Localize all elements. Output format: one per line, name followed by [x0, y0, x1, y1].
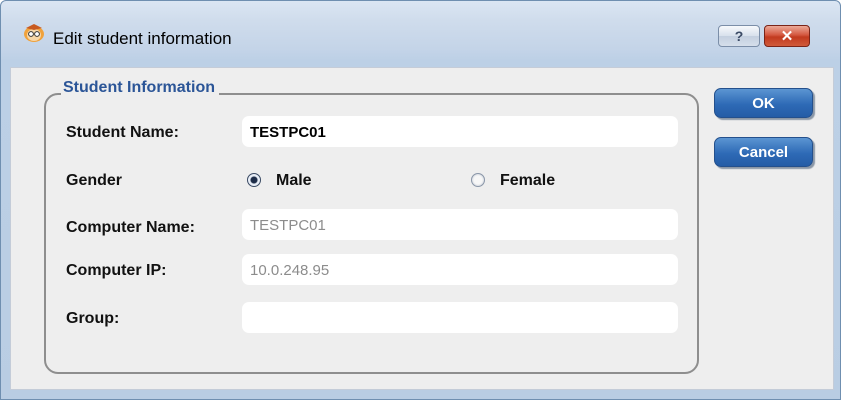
computer-ip-label: Computer IP:: [66, 262, 167, 279]
gender-female-radio[interactable]: [471, 173, 485, 187]
computer-ip-field[interactable]: 10.0.248.95: [242, 254, 678, 285]
computer-name-field[interactable]: TESTPC01: [242, 209, 678, 240]
group-legend: Student Information: [61, 79, 219, 97]
gender-female-label[interactable]: Female: [500, 172, 555, 190]
student-name-field[interactable]: TESTPC01: [242, 116, 678, 147]
title-bar[interactable]: Edit student information ? ✕: [1, 1, 840, 67]
gender-male-radio[interactable]: [247, 173, 261, 187]
student-name-label: Student Name:: [66, 124, 179, 141]
close-button[interactable]: ✕: [764, 25, 810, 47]
cancel-button[interactable]: Cancel: [714, 137, 813, 167]
computer-name-label: Computer Name:: [66, 219, 195, 236]
help-icon: ?: [734, 28, 744, 44]
gender-male-label[interactable]: Male: [276, 172, 312, 190]
group-label: Group:: [66, 310, 120, 327]
student-avatar-icon: [24, 24, 44, 42]
window-title: Edit student information: [53, 29, 232, 48]
help-button[interactable]: ?: [718, 25, 760, 47]
ok-button[interactable]: OK: [714, 88, 813, 118]
gender-label: Gender: [66, 172, 123, 189]
group-field[interactable]: [242, 302, 678, 333]
close-icon: ✕: [780, 28, 794, 45]
